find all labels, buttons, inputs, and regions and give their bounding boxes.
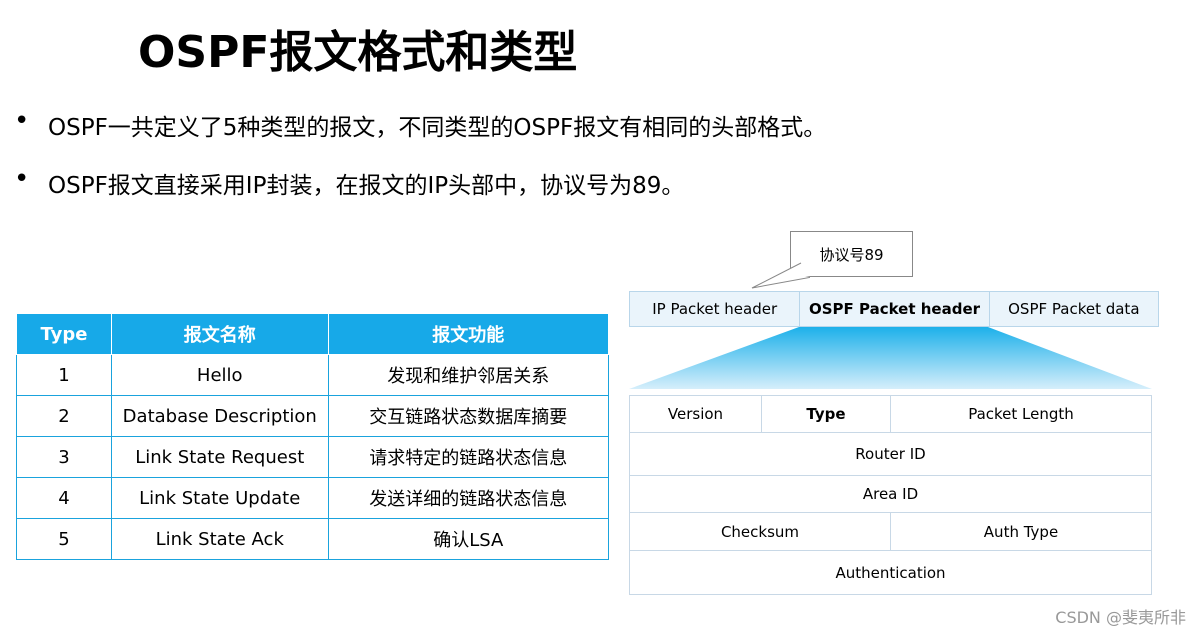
area-id-field: Area ID (862, 485, 919, 503)
ospf-type-table: Type 报文名称 报文功能 1 Hello 发现和维护邻居关系 2 Datab… (16, 313, 610, 560)
page-title: OSPF报文格式和类型 (138, 27, 578, 78)
name-cell: Database Description (110, 395, 329, 437)
auth-type-field: Auth Type (983, 522, 1059, 541)
table-row: 1 Hello 发现和维护邻居关系 (16, 354, 610, 396)
bullet-text: OSPF一共定义了5种类型的报文，不同类型的OSPF报文有相同的头部格式。 (48, 115, 827, 141)
name-cell: Hello (110, 354, 329, 396)
bullet-dot-icon: • (14, 106, 30, 136)
type-cell: 4 (16, 477, 112, 519)
name-cell: Link State Ack (110, 518, 329, 560)
ip-packet-header-segment: IP Packet header (630, 292, 801, 326)
column-header-function: 报文功能 (327, 313, 610, 355)
table-row: 3 Link State Request 请求特定的链路状态信息 (16, 436, 610, 478)
type-cell: 3 (16, 436, 112, 478)
function-cell: 请求特定的链路状态信息 (327, 436, 610, 478)
type-cell: 1 (16, 354, 112, 396)
callout-pointer (751, 262, 810, 289)
column-header-name: 报文名称 (110, 313, 329, 355)
authentication-field: Authentication (835, 563, 946, 582)
header-row: Area ID (629, 476, 1152, 513)
bullet-dot-icon: • (14, 164, 30, 194)
version-field: Version (630, 396, 762, 432)
table-row: 5 Link State Ack 确认LSA (16, 518, 610, 560)
type-field: Type (762, 396, 891, 432)
header-row: Router ID (629, 433, 1152, 476)
header-expansion-shape (629, 327, 1152, 389)
function-cell: 发送详细的链路状态信息 (327, 477, 610, 519)
column-header-type: Type (16, 313, 112, 355)
header-row: Checksum Auth Type (629, 513, 1152, 551)
type-cell: 5 (16, 518, 112, 560)
name-cell: Link State Request (110, 436, 329, 478)
header-row: Authentication (629, 551, 1152, 595)
checksum-field: Checksum (630, 513, 891, 550)
bullet-text: OSPF报文直接采用IP封装，在报文的IP头部中，协议号为89。 (48, 173, 685, 199)
table-header-row: Type 报文名称 报文功能 (16, 313, 610, 355)
ospf-header-format: Version Type Packet Length Router ID Are… (629, 395, 1152, 595)
type-cell: 2 (16, 395, 112, 437)
table-row: 4 Link State Update 发送详细的链路状态信息 (16, 477, 610, 519)
name-cell: Link State Update (110, 477, 329, 519)
function-cell: 交互链路状态数据库摘要 (327, 395, 610, 437)
ip-packet-strip: IP Packet header OSPF Packet header OSPF… (629, 291, 1159, 327)
ospf-packet-data-segment: OSPF Packet data (1008, 300, 1140, 318)
ospf-packet-header-segment: OSPF Packet header (800, 292, 990, 326)
function-cell: 发现和维护邻居关系 (327, 354, 610, 396)
function-cell: 确认LSA (327, 518, 610, 560)
header-row: Version Type Packet Length (629, 395, 1152, 433)
watermark: CSDN @斐夷所非 (1055, 608, 1186, 627)
packet-length-field: Packet Length (968, 405, 1074, 423)
router-id-field: Router ID (855, 445, 926, 463)
table-row: 2 Database Description 交互链路状态数据库摘要 (16, 395, 610, 437)
